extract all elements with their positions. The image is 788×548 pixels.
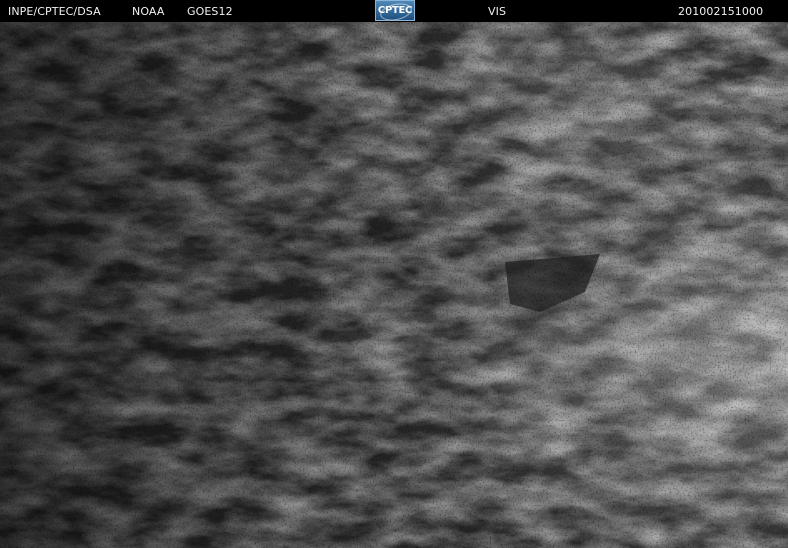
agency-label: NOAA <box>132 5 165 18</box>
institution-label: INPE/CPTEC/DSA <box>8 5 101 18</box>
cptec-logo: CPTEC <box>375 0 415 21</box>
speckle-noise <box>0 22 788 548</box>
channel-label: VIS <box>488 5 507 18</box>
header-bar: INPE/CPTEC/DSA NOAA GOES12 CPTEC VIS 201… <box>0 0 788 22</box>
timestamp-label: 201002151000 <box>678 5 764 18</box>
satellite-visible-image <box>0 22 788 548</box>
cptec-logo-text: CPTEC <box>377 5 413 16</box>
satellite-label: GOES12 <box>187 5 233 18</box>
